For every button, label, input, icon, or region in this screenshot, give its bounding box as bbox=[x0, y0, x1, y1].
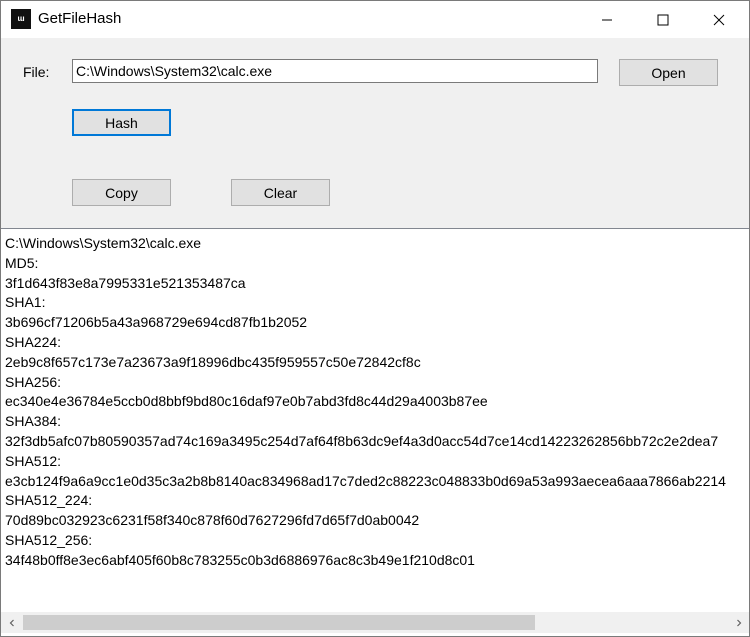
scroll-right-button[interactable] bbox=[728, 612, 749, 633]
file-label: File: bbox=[23, 64, 50, 80]
output-line: SHA384: bbox=[5, 413, 62, 430]
output-line: SHA256: bbox=[5, 373, 62, 390]
close-button[interactable] bbox=[691, 1, 747, 38]
output-text: C:\Windows\System32\calc.exe MD5: 3f1d643f… bbox=[5, 234, 726, 571]
app-icon: ɯ bbox=[11, 9, 31, 29]
output-line: SHA512: bbox=[5, 452, 62, 469]
hash-output-textbox[interactable]: C:\Windows\System32\calc.exe MD5: 3f1d643f… bbox=[1, 228, 749, 636]
form-panel: File: Open Hash Copy Clear bbox=[1, 38, 749, 228]
output-line: C:\Windows\System32\calc.exe bbox=[5, 235, 202, 251]
output-line: MD5: bbox=[5, 254, 39, 271]
window-title: GetFileHash bbox=[38, 10, 122, 27]
output-line: SHA512_256: bbox=[5, 531, 93, 548]
output-line: 2eb9c8f657c173e7a23673a9f18996dbc435f959… bbox=[5, 353, 421, 370]
hash-button[interactable]: Hash bbox=[72, 109, 171, 136]
output-line: SHA224: bbox=[5, 333, 62, 350]
open-button[interactable]: Open bbox=[619, 59, 718, 86]
output-line: e3cb124f9a6a9cc1e0d35c3a2b8b8140ac834968… bbox=[5, 472, 726, 489]
chevron-right-icon bbox=[736, 619, 741, 626]
output-line: 70d89bc032923c6231f58f340c878f60d7627296… bbox=[5, 512, 420, 529]
close-icon bbox=[713, 14, 725, 25]
maximize-button[interactable] bbox=[635, 1, 691, 38]
horizontal-scrollbar[interactable] bbox=[1, 612, 749, 633]
copy-button[interactable]: Copy bbox=[72, 179, 171, 206]
minimize-button[interactable] bbox=[579, 1, 635, 38]
output-line: 3f1d643f83e8a7995331e521353487ca bbox=[5, 274, 246, 291]
chevron-left-icon bbox=[9, 619, 14, 626]
title-bar[interactable]: ɯ GetFileHash bbox=[1, 1, 749, 38]
output-line: SHA1: bbox=[5, 294, 46, 311]
scrollbar-thumb[interactable] bbox=[23, 615, 535, 630]
maximize-icon bbox=[657, 14, 669, 25]
scroll-left-button[interactable] bbox=[1, 612, 22, 633]
output-line: ec340e4e36784e5ccb0d8bbf9bd80c16daf97e0b… bbox=[5, 393, 488, 410]
output-line: 32f3db5afc07b80590357ad74c169a3495c254d7… bbox=[5, 432, 719, 449]
minimize-icon bbox=[602, 19, 612, 20]
clear-button[interactable]: Clear bbox=[231, 179, 330, 206]
output-line: SHA512_224: bbox=[5, 492, 93, 509]
output-line: 3b696cf71206b5a43a968729e694cd87fb1b2052 bbox=[5, 314, 308, 331]
app-window: ɯ GetFileHash File: Open Hash Copy Clear… bbox=[0, 0, 750, 637]
output-line: 34f48b0ff8e3ec6abf405f60b8c783255c0b3d68… bbox=[5, 551, 475, 568]
file-path-input[interactable] bbox=[72, 59, 598, 83]
